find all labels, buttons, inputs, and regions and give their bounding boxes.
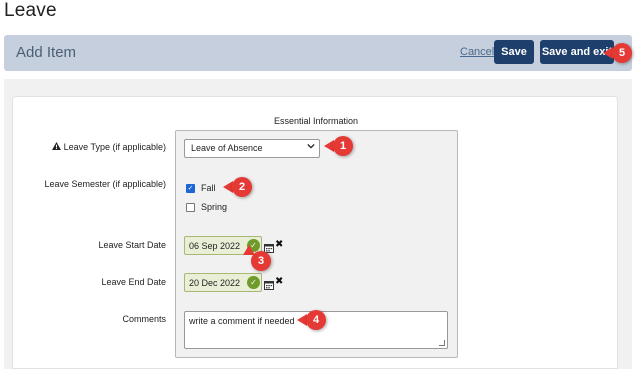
header-bar: Add Item Cancel Save Save and exit [4, 35, 632, 71]
cancel-link[interactable]: Cancel [460, 46, 494, 58]
callout-4: 4 [306, 310, 326, 330]
page-title: Leave [4, 0, 57, 21]
callout-5: 5 [612, 43, 632, 63]
checkbox-spring[interactable] [186, 202, 195, 212]
leave-type-label: Leave Type (if applicable) [16, 142, 166, 152]
semester-option-spring-label: Spring [201, 202, 228, 212]
callout-2: 2 [232, 177, 252, 197]
checkbox-fall[interactable]: ✓ [186, 183, 195, 193]
semester-option-fall[interactable]: ✓ Fall [186, 183, 216, 193]
calendar-icon[interactable] [264, 277, 274, 290]
end-date-label: Leave End Date [101, 277, 166, 287]
callout-3: 3 [251, 251, 271, 271]
chevron-down-icon [307, 142, 315, 152]
resize-handle[interactable] [439, 340, 445, 346]
comments-text: write a comment if needed [189, 316, 295, 326]
semester-option-fall-label: Fall [201, 183, 216, 193]
start-date-label: Leave Start Date [98, 240, 166, 250]
semester-option-spring[interactable]: Spring [186, 202, 227, 212]
leave-type-select[interactable]: Leave of Absence [184, 139, 320, 158]
section-title: Essential Information [274, 116, 359, 126]
header-title: Add Item [16, 44, 77, 61]
comments-label: Comments [122, 314, 166, 324]
warning-icon [51, 142, 61, 152]
checkmark-icon: ✓ [247, 276, 260, 289]
leave-type-label-text: Leave Type (if applicable) [63, 142, 166, 152]
clear-icon[interactable]: ✖ [275, 239, 283, 250]
page: Leave Add Item Cancel Save Save and exit… [0, 0, 636, 369]
leave-type-value: Leave of Absence [191, 143, 263, 153]
clear-icon[interactable]: ✖ [275, 276, 283, 287]
callout-1: 1 [333, 136, 353, 156]
calendar-icon[interactable] [264, 240, 274, 253]
leave-semester-label: Leave Semester (if applicable) [44, 179, 166, 189]
save-button[interactable]: Save [494, 40, 534, 64]
